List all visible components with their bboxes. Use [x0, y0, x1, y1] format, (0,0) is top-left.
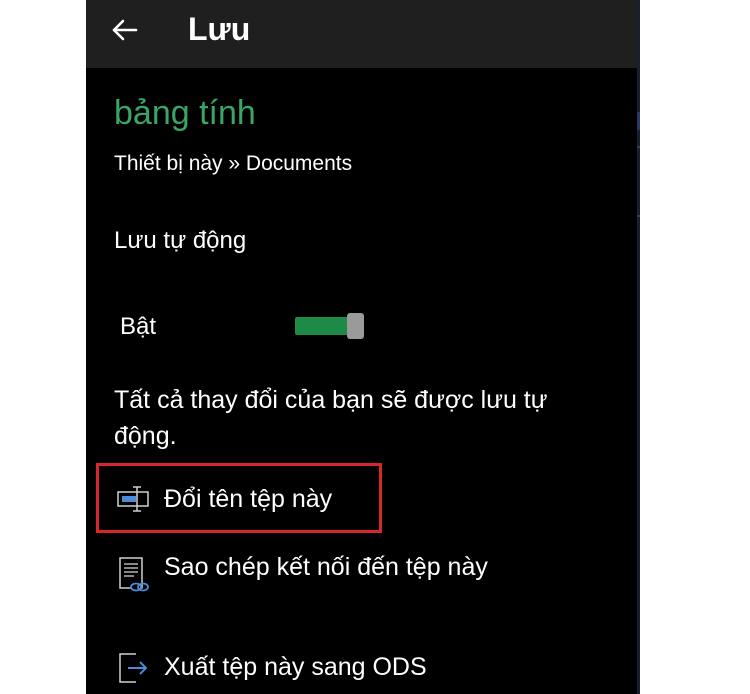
- page-title: Lưu: [188, 11, 251, 47]
- save-screen: Lưu bảng tính Thiết bị này » Documents L…: [86, 0, 637, 694]
- copy-link-icon: [116, 556, 150, 605]
- background-app-divider: [637, 146, 640, 148]
- background-app-divider: [637, 215, 640, 217]
- rename-icon: [116, 484, 150, 523]
- export-ods-label: Xuất tệp này sang ODS: [164, 653, 427, 681]
- copy-link-button[interactable]: Sao chép kết nối đến tệp này: [116, 550, 536, 620]
- autosave-toggle-label: Bật: [120, 313, 157, 340]
- toggle-thumb[interactable]: [347, 313, 364, 339]
- background-app-edge: [637, 0, 640, 694]
- file-location-breadcrumb: Thiết bị này » Documents: [114, 152, 353, 175]
- export-icon: [116, 650, 150, 694]
- copy-link-label: Sao chép kết nối đến tệp này: [164, 553, 488, 581]
- arrow-left-icon: [112, 19, 138, 41]
- background-app-divider: [637, 112, 640, 130]
- export-ods-button[interactable]: Xuất tệp này sang ODS: [116, 650, 516, 686]
- autosave-heading: Lưu tự động: [114, 227, 247, 254]
- autosave-description: Tất cả thay đổi của bạn sẽ được lưu tự đ…: [114, 386, 548, 450]
- autosave-toggle[interactable]: [295, 313, 365, 339]
- toggle-track: [295, 317, 355, 335]
- rename-file-label: Đổi tên tệp này: [164, 485, 333, 513]
- app-bar: Lưu: [86, 0, 637, 68]
- rename-file-button[interactable]: Đổi tên tệp này: [116, 482, 456, 518]
- back-button[interactable]: [106, 10, 146, 50]
- file-name: bảng tính: [114, 94, 256, 132]
